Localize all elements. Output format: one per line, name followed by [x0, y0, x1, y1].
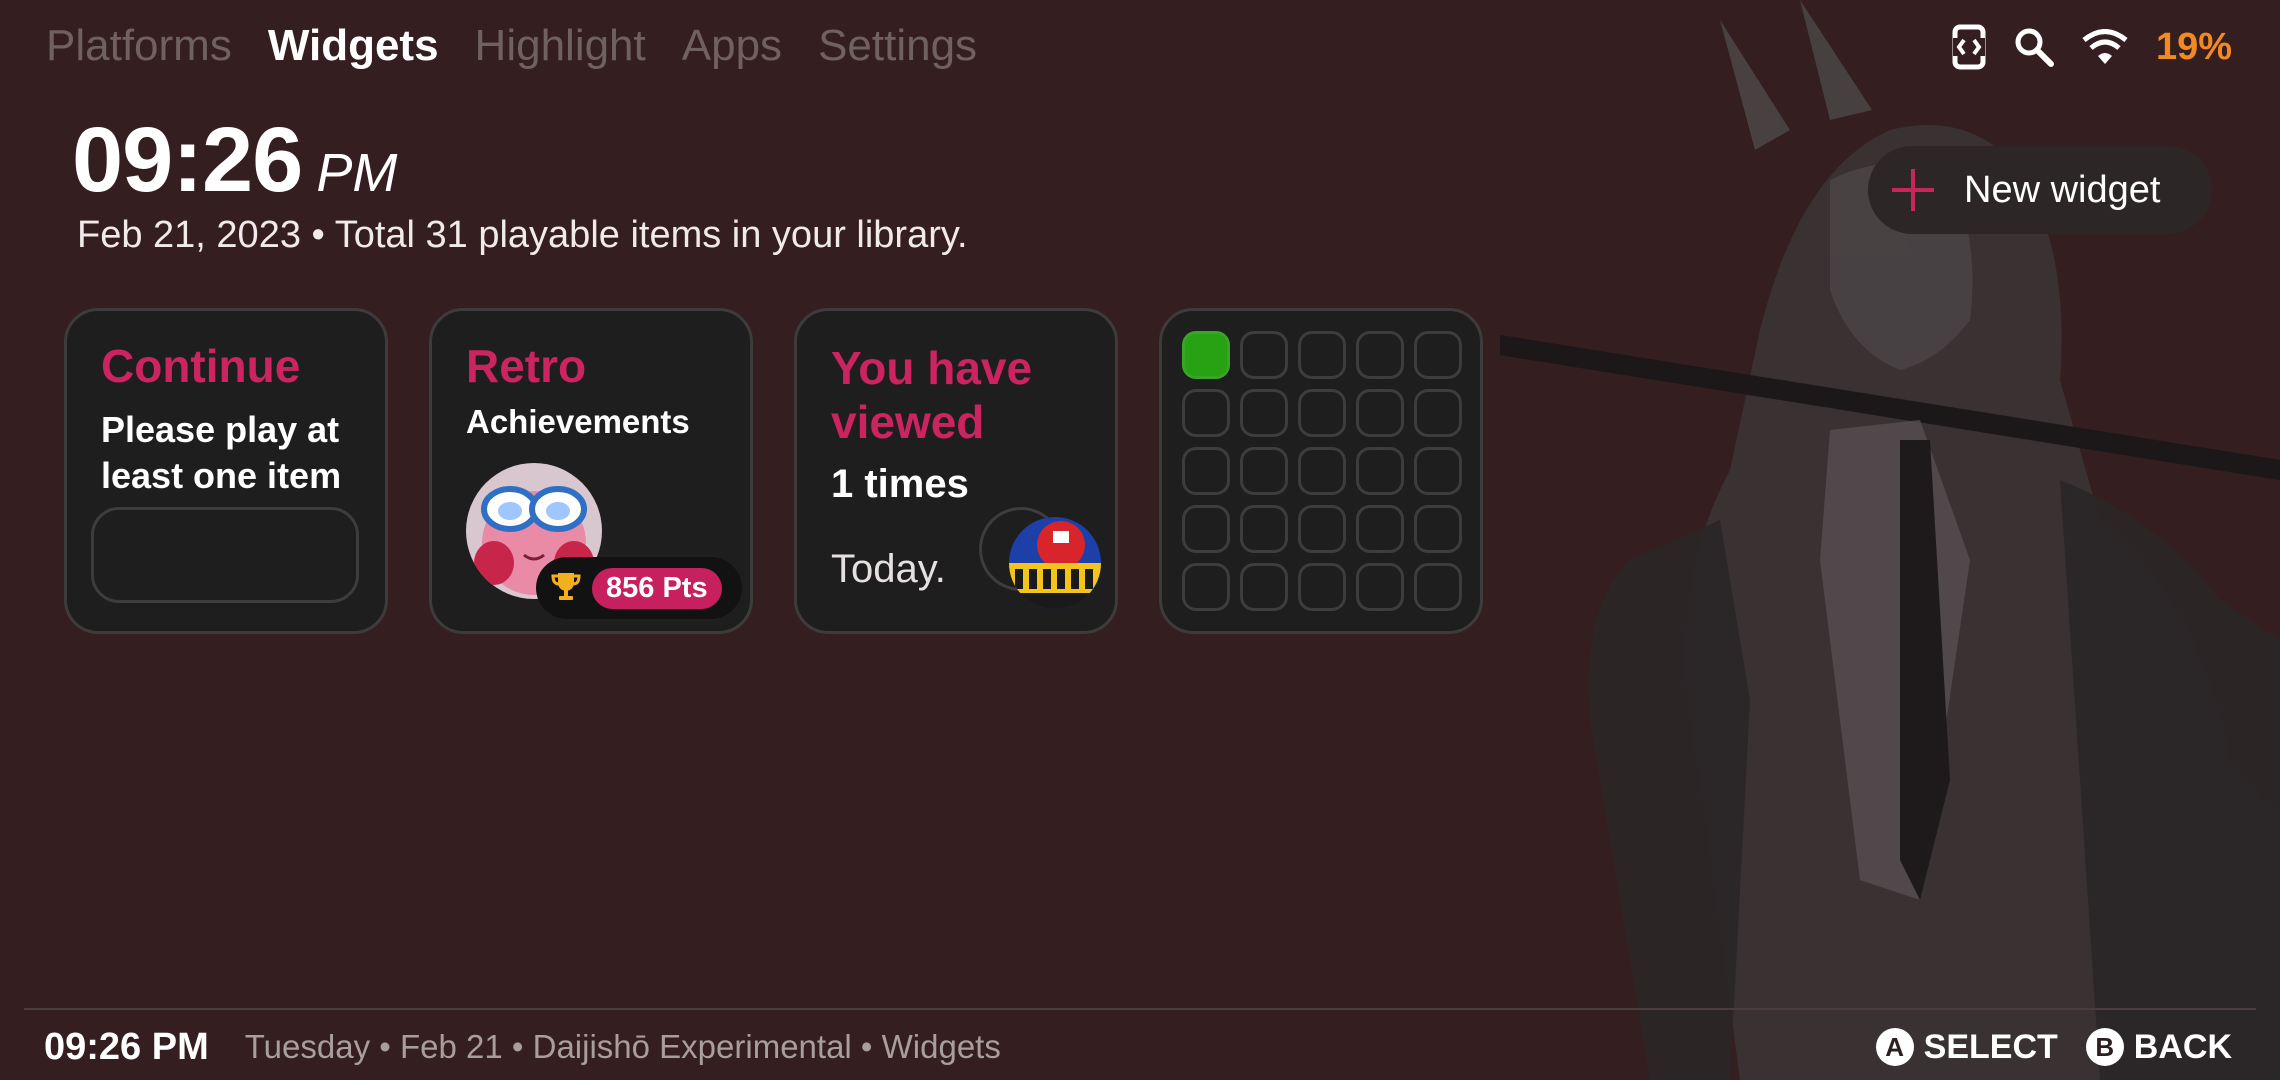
grid-cell [1298, 331, 1346, 379]
continue-widget[interactable]: Continue Please play at least one item [64, 308, 388, 634]
retro-achievements-widget[interactable]: Retro Achievements 856 Pts [429, 308, 753, 634]
select-label: SELECT [1923, 1027, 2058, 1066]
grid-cell [1356, 505, 1404, 553]
game-thumbnail [1009, 517, 1101, 609]
retro-title: Retro [466, 340, 587, 392]
grid-cell [1356, 331, 1404, 379]
viewed-title-line2: viewed [831, 396, 985, 448]
back-hint[interactable]: B BACK [2085, 1027, 2232, 1067]
clock-ampm: PM [316, 143, 398, 203]
plus-icon [1892, 169, 1934, 211]
grid-cell [1414, 389, 1462, 437]
view-count-widget[interactable]: You have viewed 1 times Today. [794, 308, 1118, 634]
continue-message-line2: least one item [101, 455, 342, 496]
grid-cell [1414, 505, 1462, 553]
continue-message-line1: Please play at [101, 409, 340, 450]
status-bar: 19% [1952, 18, 2232, 76]
grid-cell [1240, 563, 1288, 611]
grid-cell [1240, 505, 1288, 553]
grid-cell [1182, 447, 1230, 495]
grid-cell [1182, 505, 1230, 553]
points-value: 856 Pts [592, 567, 722, 609]
wifi-icon [2082, 29, 2128, 65]
grid-cell [1182, 331, 1230, 379]
footer-divider [24, 1008, 2256, 1010]
tab-widgets[interactable]: Widgets [268, 21, 439, 71]
continue-empty-slot [91, 507, 359, 603]
grid-cell [1414, 563, 1462, 611]
grid-cell [1240, 331, 1288, 379]
clock: 09:26 PM [72, 108, 397, 213]
tab-apps[interactable]: Apps [682, 21, 782, 71]
search-icon[interactable] [2014, 27, 2054, 67]
back-label: BACK [2133, 1027, 2232, 1066]
new-widget-button[interactable]: New widget [1868, 146, 2212, 234]
footer-info: Tuesday • Feb 21 • Daijishō Experimental… [244, 1028, 1001, 1065]
select-hint[interactable]: A SELECT [1875, 1027, 2058, 1067]
grid-cell [1356, 563, 1404, 611]
screen-rotate-icon[interactable] [1952, 24, 1986, 70]
grid-cell [1414, 331, 1462, 379]
grid-cell [1182, 389, 1230, 437]
grid-cell [1356, 389, 1404, 437]
grid-cell [1240, 389, 1288, 437]
continue-title: Continue [101, 340, 301, 392]
viewed-count: 1 times [831, 462, 969, 506]
new-widget-label: New widget [1964, 168, 2161, 211]
button-hints: A SELECT B BACK [1875, 1027, 2232, 1067]
activity-grid [1182, 331, 1462, 611]
grid-cell [1298, 389, 1346, 437]
grid-cell [1240, 447, 1288, 495]
b-button-icon: B [2085, 1028, 2124, 1066]
achievement-points-badge: 856 Pts [536, 557, 742, 619]
tab-highlight[interactable]: Highlight [475, 21, 646, 71]
viewed-title-line1: You have [831, 342, 1033, 394]
retro-subtitle: Achievements [466, 403, 690, 440]
footer-time: 09:26 PM [44, 1025, 209, 1068]
grid-cell [1356, 447, 1404, 495]
battery-percentage: 19% [2155, 25, 2232, 68]
clock-time: 09:26 [72, 109, 303, 211]
activity-grid-widget[interactable] [1159, 308, 1483, 634]
viewed-when: Today. [831, 547, 946, 591]
grid-cell [1182, 563, 1230, 611]
top-nav: Platforms Widgets Highlight Apps Setting… [46, 16, 977, 76]
library-summary: Feb 21, 2023 • Total 31 playable items i… [77, 214, 968, 256]
grid-cell [1298, 505, 1346, 553]
grid-cell [1414, 447, 1462, 495]
tab-platforms[interactable]: Platforms [46, 21, 232, 71]
grid-cell [1298, 447, 1346, 495]
tab-settings[interactable]: Settings [818, 21, 977, 71]
grid-cell [1298, 563, 1346, 611]
a-button-icon: A [1875, 1028, 1914, 1066]
footer-bar: 09:26 PM Tuesday • Feb 21 • Daijishō Exp… [44, 1022, 2232, 1072]
trophy-icon [550, 570, 582, 607]
